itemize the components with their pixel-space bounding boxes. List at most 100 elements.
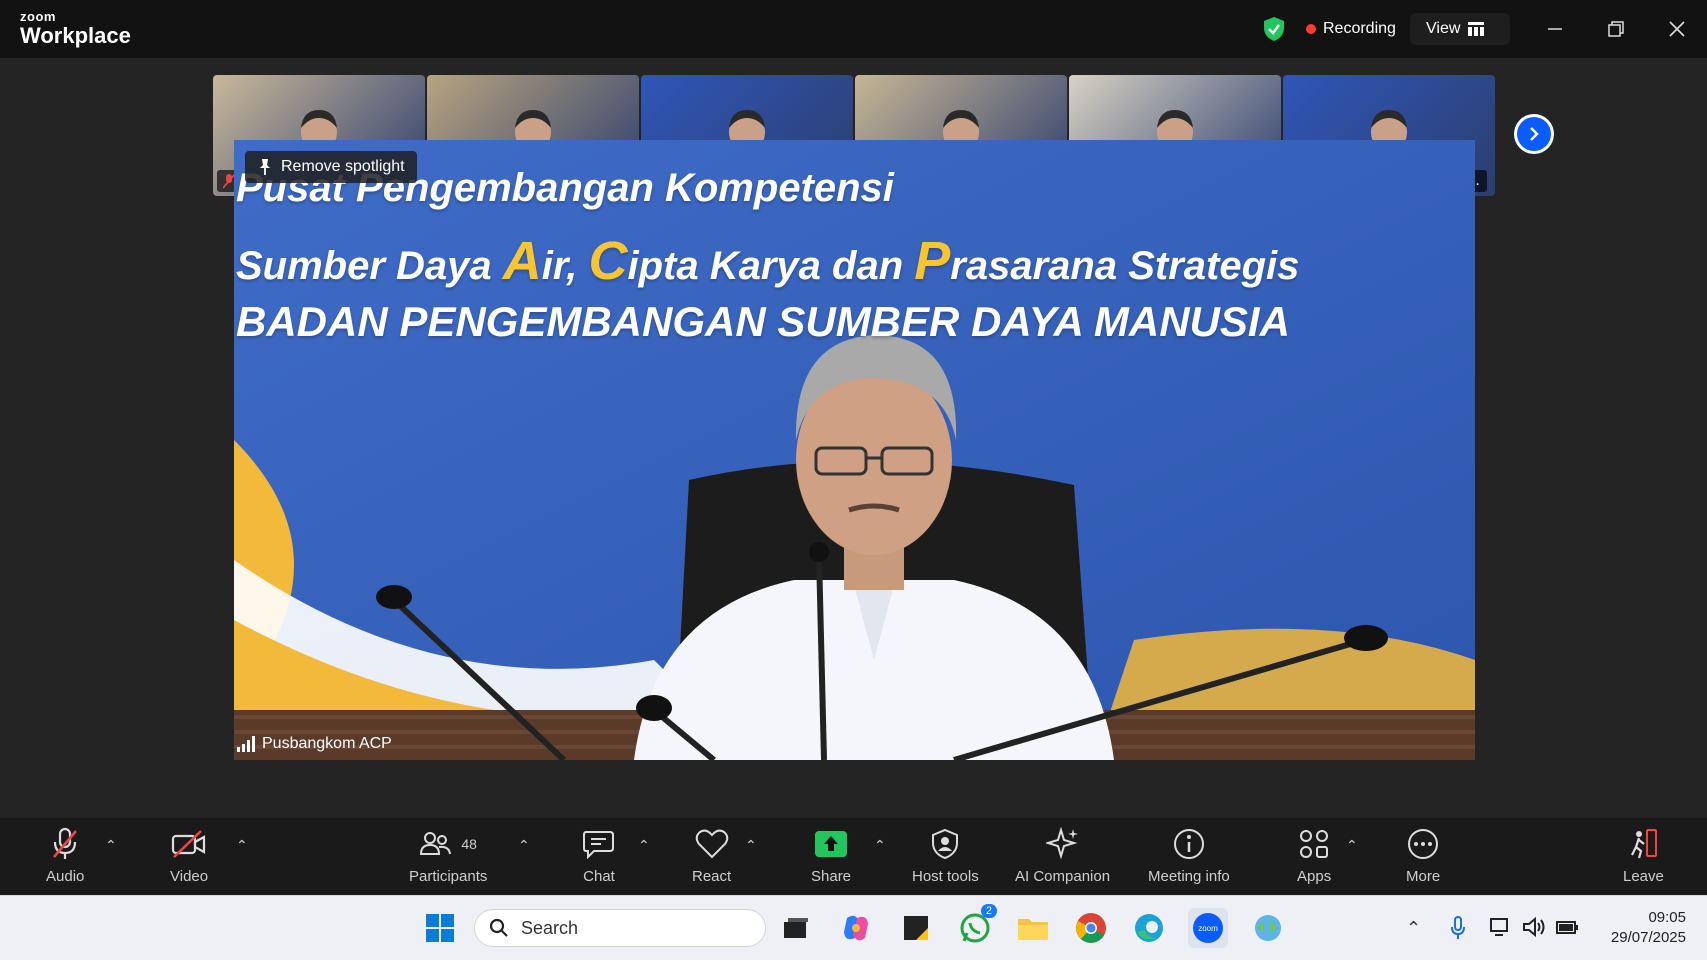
react-button[interactable]: React (692, 826, 731, 885)
copilot-icon (844, 915, 868, 941)
taskbar-search[interactable]: Search (474, 909, 766, 947)
remove-spotlight-label: Remove spotlight (281, 158, 405, 175)
audio-button[interactable]: Audio (46, 826, 84, 885)
file-explorer-button[interactable] (1013, 908, 1053, 948)
leave-door-icon (1627, 826, 1659, 862)
grid-view-icon (1468, 22, 1485, 36)
sticky-notes-icon (904, 916, 928, 940)
minimize-icon (1548, 28, 1562, 30)
banner-accent-a: A (502, 231, 542, 291)
recording-indicator[interactable]: Recording (1306, 17, 1396, 41)
recording-dot-icon (1306, 24, 1316, 34)
globe-icon (1255, 915, 1281, 941)
show-hidden-icons-chevron-icon[interactable]: ⌃ (1406, 918, 1421, 939)
view-button[interactable]: View (1410, 13, 1510, 45)
share-options-caret-icon[interactable]: ⌃ (874, 837, 886, 854)
participants-button[interactable]: 48 Participants (409, 826, 487, 885)
title-bar: zoom Workplace Recording View (0, 0, 1707, 58)
sticky-notes-button[interactable] (896, 908, 936, 948)
main-speaker-video[interactable]: Pusat Pengembangan Kompetensi Sumber Day… (234, 140, 1475, 760)
minimize-button[interactable] (1540, 14, 1570, 44)
react-label: React (692, 868, 732, 885)
taskbar-microphone-icon[interactable] (1450, 916, 1466, 940)
brand-large: Workplace (20, 23, 131, 48)
volume-icon[interactable] (1522, 917, 1546, 937)
host-shield-icon (931, 826, 959, 862)
remove-spotlight-button[interactable]: Remove spotlight (245, 151, 417, 183)
edge-icon (1135, 914, 1163, 942)
participants-options-caret-icon[interactable]: ⌃ (518, 837, 530, 854)
view-label: View (1426, 20, 1461, 37)
more-dots-icon (1406, 826, 1440, 862)
apps-icon (1298, 826, 1330, 862)
edge-button[interactable] (1129, 908, 1169, 948)
share-screen-icon (814, 826, 848, 862)
task-view-button[interactable] (776, 908, 816, 948)
ai-companion-button[interactable]: AI Companion (1015, 826, 1110, 885)
video-button[interactable]: Video (170, 826, 208, 885)
battery-icon[interactable] (1555, 917, 1579, 937)
react-options-caret-icon[interactable]: ⌃ (745, 837, 757, 854)
restore-icon (1608, 21, 1624, 37)
next-page-button[interactable] (1514, 114, 1554, 154)
banner-line-2-c: ipta Karya dan (627, 244, 915, 288)
task-view-icon (784, 918, 808, 938)
zoom-app-icon: zoom (1193, 913, 1223, 943)
chrome-icon (1076, 913, 1106, 943)
clock-time: 09:05 (1648, 909, 1686, 926)
whatsapp-unread-badge: 2 (980, 904, 997, 918)
info-icon (1172, 826, 1206, 862)
close-icon (1669, 21, 1685, 37)
muted-microphone-icon (50, 826, 80, 862)
recording-label: Recording (1323, 20, 1396, 37)
zoom-window: zoom Workplace Recording View Pusat Peng… (0, 0, 1707, 960)
banner-line-2-b: ir, (541, 244, 589, 288)
participants-label: Participants (409, 868, 488, 885)
chat-label: Chat (583, 868, 615, 885)
folder-icon (1018, 919, 1048, 940)
copilot-button[interactable] (836, 908, 876, 948)
signal-strength-icon (237, 736, 255, 752)
windows-logo-icon (426, 914, 454, 942)
ai-sparkle-icon (1045, 826, 1080, 862)
system-clock[interactable]: 09:05 29/07/2025 (1590, 908, 1686, 948)
audio-label: Audio (46, 868, 85, 885)
share-label: Share (811, 868, 852, 885)
audio-options-caret-icon[interactable]: ⌃ (105, 837, 117, 854)
chrome-button[interactable] (1071, 908, 1111, 948)
whatsapp-button[interactable]: 2 (955, 904, 997, 948)
clock-date: 29/07/2025 (1610, 929, 1686, 946)
windows-taskbar: Search 2 zoom ⌃ 09:05 29/07/2025 (0, 895, 1707, 960)
speaker-name-tag: Pusbangkom ACP (236, 735, 392, 753)
close-button[interactable] (1662, 14, 1692, 44)
more-button[interactable]: More (1406, 826, 1440, 885)
apps-options-caret-icon[interactable]: ⌃ (1346, 837, 1358, 854)
start-button[interactable] (420, 908, 460, 948)
participants-icon: 48 (419, 826, 477, 862)
search-icon (489, 918, 508, 937)
leave-button[interactable]: Leave (1623, 826, 1664, 885)
chat-button[interactable]: Chat (582, 826, 616, 885)
weather-app-button[interactable] (1248, 908, 1288, 948)
host-tools-label: Host tools (912, 868, 979, 885)
more-label: More (1406, 868, 1441, 885)
ai-companion-label: AI Companion (1015, 868, 1111, 885)
network-icon[interactable] (1490, 917, 1512, 937)
video-options-caret-icon[interactable]: ⌃ (236, 837, 248, 854)
apps-button[interactable]: Apps (1297, 826, 1331, 885)
security-shield-icon[interactable] (1262, 16, 1286, 42)
chat-options-caret-icon[interactable]: ⌃ (638, 837, 650, 854)
video-off-icon (171, 826, 207, 862)
host-tools-button[interactable]: Host tools (912, 826, 979, 885)
heart-icon (695, 826, 729, 862)
meeting-toolbar: Audio ⌃ Video ⌃ 48 Participants ⌃ Chat ⌃ (0, 818, 1707, 895)
banner-line-2: Sumber Daya Air, Cipta Karya dan Prasara… (236, 230, 1299, 292)
speaker-name: Pusbangkom ACP (262, 735, 392, 752)
apps-label: Apps (1297, 868, 1332, 885)
zoom-logo: zoom Workplace (20, 10, 131, 47)
meeting-info-button[interactable]: Meeting info (1148, 826, 1230, 885)
participants-count: 48 (461, 836, 477, 852)
zoom-taskbar-button[interactable]: zoom (1188, 908, 1228, 948)
restore-button[interactable] (1601, 14, 1631, 44)
share-button[interactable]: Share (811, 826, 851, 885)
